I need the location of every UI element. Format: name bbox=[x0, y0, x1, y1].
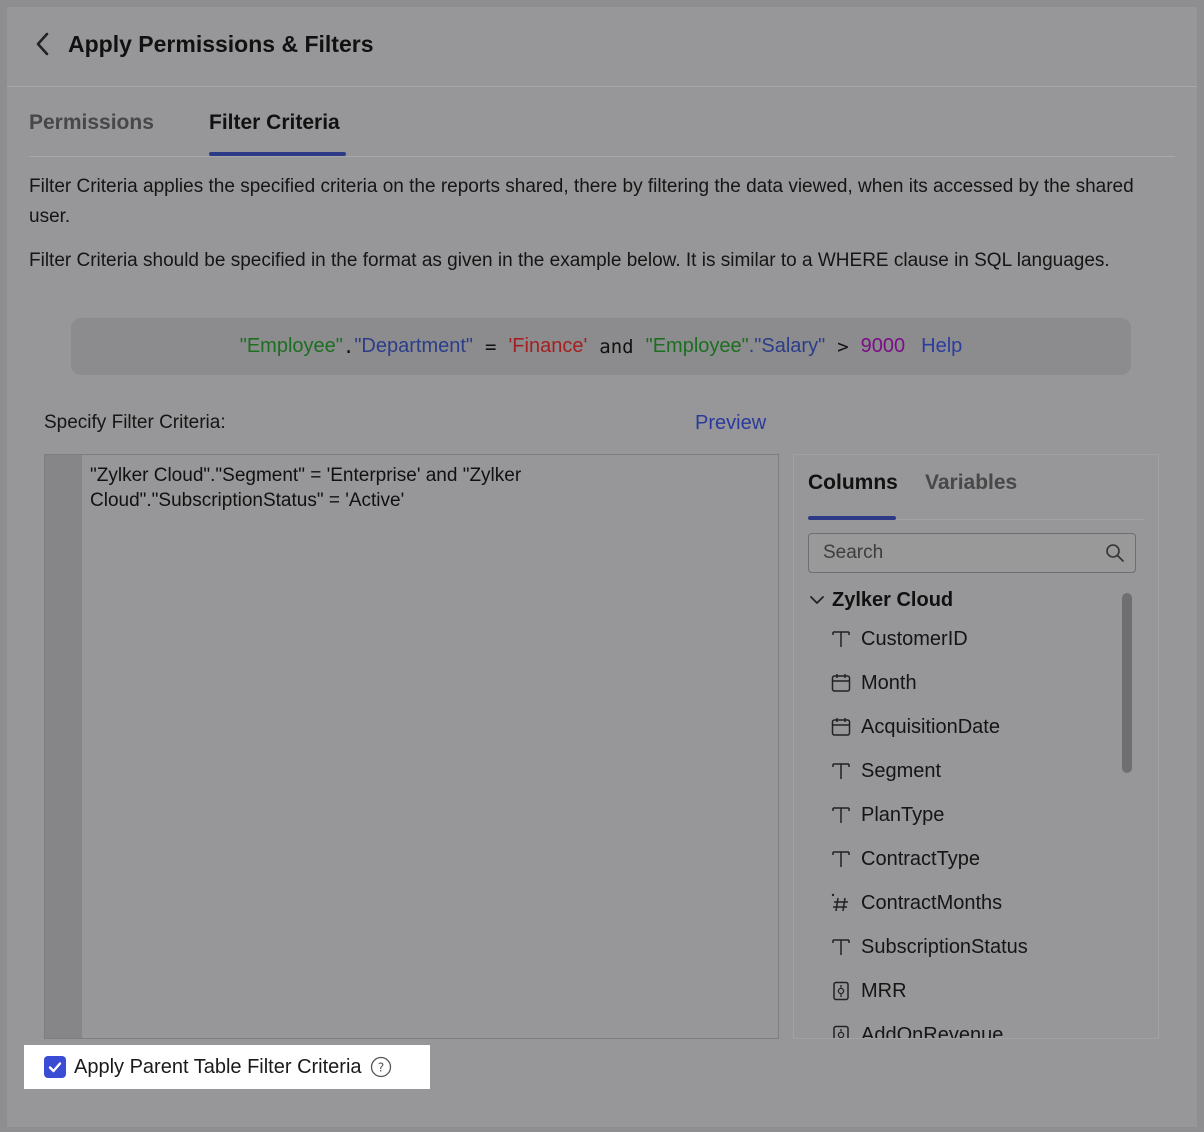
example-and: and bbox=[599, 335, 634, 358]
example-column: "Department" bbox=[354, 335, 474, 357]
currency-icon bbox=[833, 1025, 849, 1038]
column-label: ContractType bbox=[861, 847, 980, 870]
column-label: Segment bbox=[861, 759, 942, 782]
preview-link[interactable]: Preview bbox=[695, 412, 766, 435]
list-item[interactable]: PlanType bbox=[830, 793, 1120, 837]
specify-criteria-label: Specify Filter Criteria: bbox=[44, 412, 226, 433]
apply-parent-filter-label: Apply Parent Table Filter Criteria bbox=[74, 1055, 362, 1078]
column-label: PlanType bbox=[861, 803, 945, 826]
example-criteria: "Employee". "Department" = 'Finance' and … bbox=[71, 318, 1131, 375]
list-item[interactable]: AcquisitionDate bbox=[830, 705, 1120, 749]
text-type-icon bbox=[832, 939, 850, 955]
example-dot: . bbox=[342, 335, 355, 358]
table-name: Zylker Cloud bbox=[832, 588, 954, 611]
currency-icon bbox=[833, 981, 849, 1001]
calendar-icon bbox=[831, 718, 851, 736]
list-item[interactable]: AddOnRevenue bbox=[830, 1013, 1120, 1039]
side-tab-bar: Columns Variables bbox=[808, 455, 1144, 520]
filter-description: Filter Criteria applies the specified cr… bbox=[29, 176, 1134, 227]
tab-permissions[interactable]: Permissions bbox=[29, 111, 154, 135]
tab-columns[interactable]: Columns bbox=[808, 471, 898, 495]
table-node[interactable]: Zylker Cloud bbox=[808, 587, 953, 613]
tab-bar: Permissions Filter Criteria bbox=[29, 87, 1175, 157]
list-item[interactable]: Segment bbox=[830, 749, 1120, 793]
column-label: SubscriptionStatus bbox=[861, 935, 1028, 958]
search-icon[interactable] bbox=[1105, 543, 1125, 563]
column-label: ContractMonths bbox=[861, 891, 1003, 914]
tab-variables[interactable]: Variables bbox=[925, 471, 1017, 495]
list-item[interactable]: CustomerID bbox=[830, 617, 1120, 661]
example-value-2: 9000 bbox=[860, 335, 906, 357]
text-type-icon bbox=[832, 631, 850, 647]
column-label: CustomerID bbox=[861, 627, 968, 650]
format-description: Filter Criteria should be specified in t… bbox=[29, 250, 1110, 271]
header: Apply Permissions & Filters bbox=[7, 7, 1197, 87]
text-type-icon bbox=[832, 851, 850, 867]
side-active-tab-indicator bbox=[808, 516, 896, 520]
column-label: MRR bbox=[861, 979, 907, 1002]
columns-panel: Columns Variables Zylker Cloud CustomerI… bbox=[793, 454, 1159, 1039]
column-label: Month bbox=[861, 671, 917, 694]
list-item[interactable]: MRR bbox=[830, 969, 1120, 1013]
chevron-down-icon[interactable] bbox=[808, 591, 826, 609]
text-type-icon bbox=[832, 763, 850, 779]
criteria-editor[interactable]: "Zylker Cloud"."Segment" = 'Enterprise' … bbox=[44, 454, 779, 1039]
search-box bbox=[808, 533, 1136, 573]
example-table: "Employee" bbox=[239, 335, 343, 357]
number-icon bbox=[831, 893, 848, 912]
example-operator-2: > bbox=[837, 335, 849, 358]
criteria-text[interactable]: "Zylker Cloud"."Segment" = 'Enterprise' … bbox=[90, 463, 610, 513]
example-table-2: "Employee" bbox=[645, 335, 749, 357]
svg-text:?: ? bbox=[377, 1061, 383, 1075]
page-title: Apply Permissions & Filters bbox=[68, 31, 374, 57]
column-label: AcquisitionDate bbox=[861, 715, 1000, 738]
list-item[interactable]: ContractMonths bbox=[830, 881, 1120, 925]
list-item[interactable]: SubscriptionStatus bbox=[830, 925, 1120, 969]
example-operator: = bbox=[485, 335, 497, 358]
help-circle-icon[interactable]: ? bbox=[370, 1056, 392, 1078]
apply-permissions-panel: Apply Permissions & Filters Permissions … bbox=[7, 7, 1197, 1127]
help-link[interactable]: Help bbox=[921, 335, 962, 358]
checkmark-icon bbox=[48, 1062, 62, 1073]
text-type-icon bbox=[832, 807, 850, 823]
calendar-icon bbox=[831, 674, 851, 692]
list-item[interactable]: ContractType bbox=[830, 837, 1120, 881]
active-tab-indicator bbox=[209, 152, 346, 156]
column-label: AddOnRevenue bbox=[861, 1023, 1004, 1039]
tab-filter-criteria[interactable]: Filter Criteria bbox=[209, 111, 340, 135]
search-input[interactable] bbox=[809, 534, 1099, 572]
back-arrow-icon[interactable] bbox=[31, 29, 55, 59]
apply-parent-filter-checkbox[interactable] bbox=[44, 1056, 66, 1078]
example-column-2: "Salary" bbox=[754, 335, 826, 357]
editor-gutter bbox=[45, 455, 82, 1038]
column-list-scrollbar[interactable] bbox=[1120, 585, 1134, 1038]
example-value: 'Finance' bbox=[508, 335, 588, 357]
scroll-thumb[interactable] bbox=[1122, 593, 1132, 773]
column-list: CustomerID Month AcquisitionDate Segment… bbox=[830, 617, 1120, 1039]
apply-parent-filter-option: Apply Parent Table Filter Criteria ? bbox=[24, 1045, 430, 1089]
list-item[interactable]: Month bbox=[830, 661, 1120, 705]
